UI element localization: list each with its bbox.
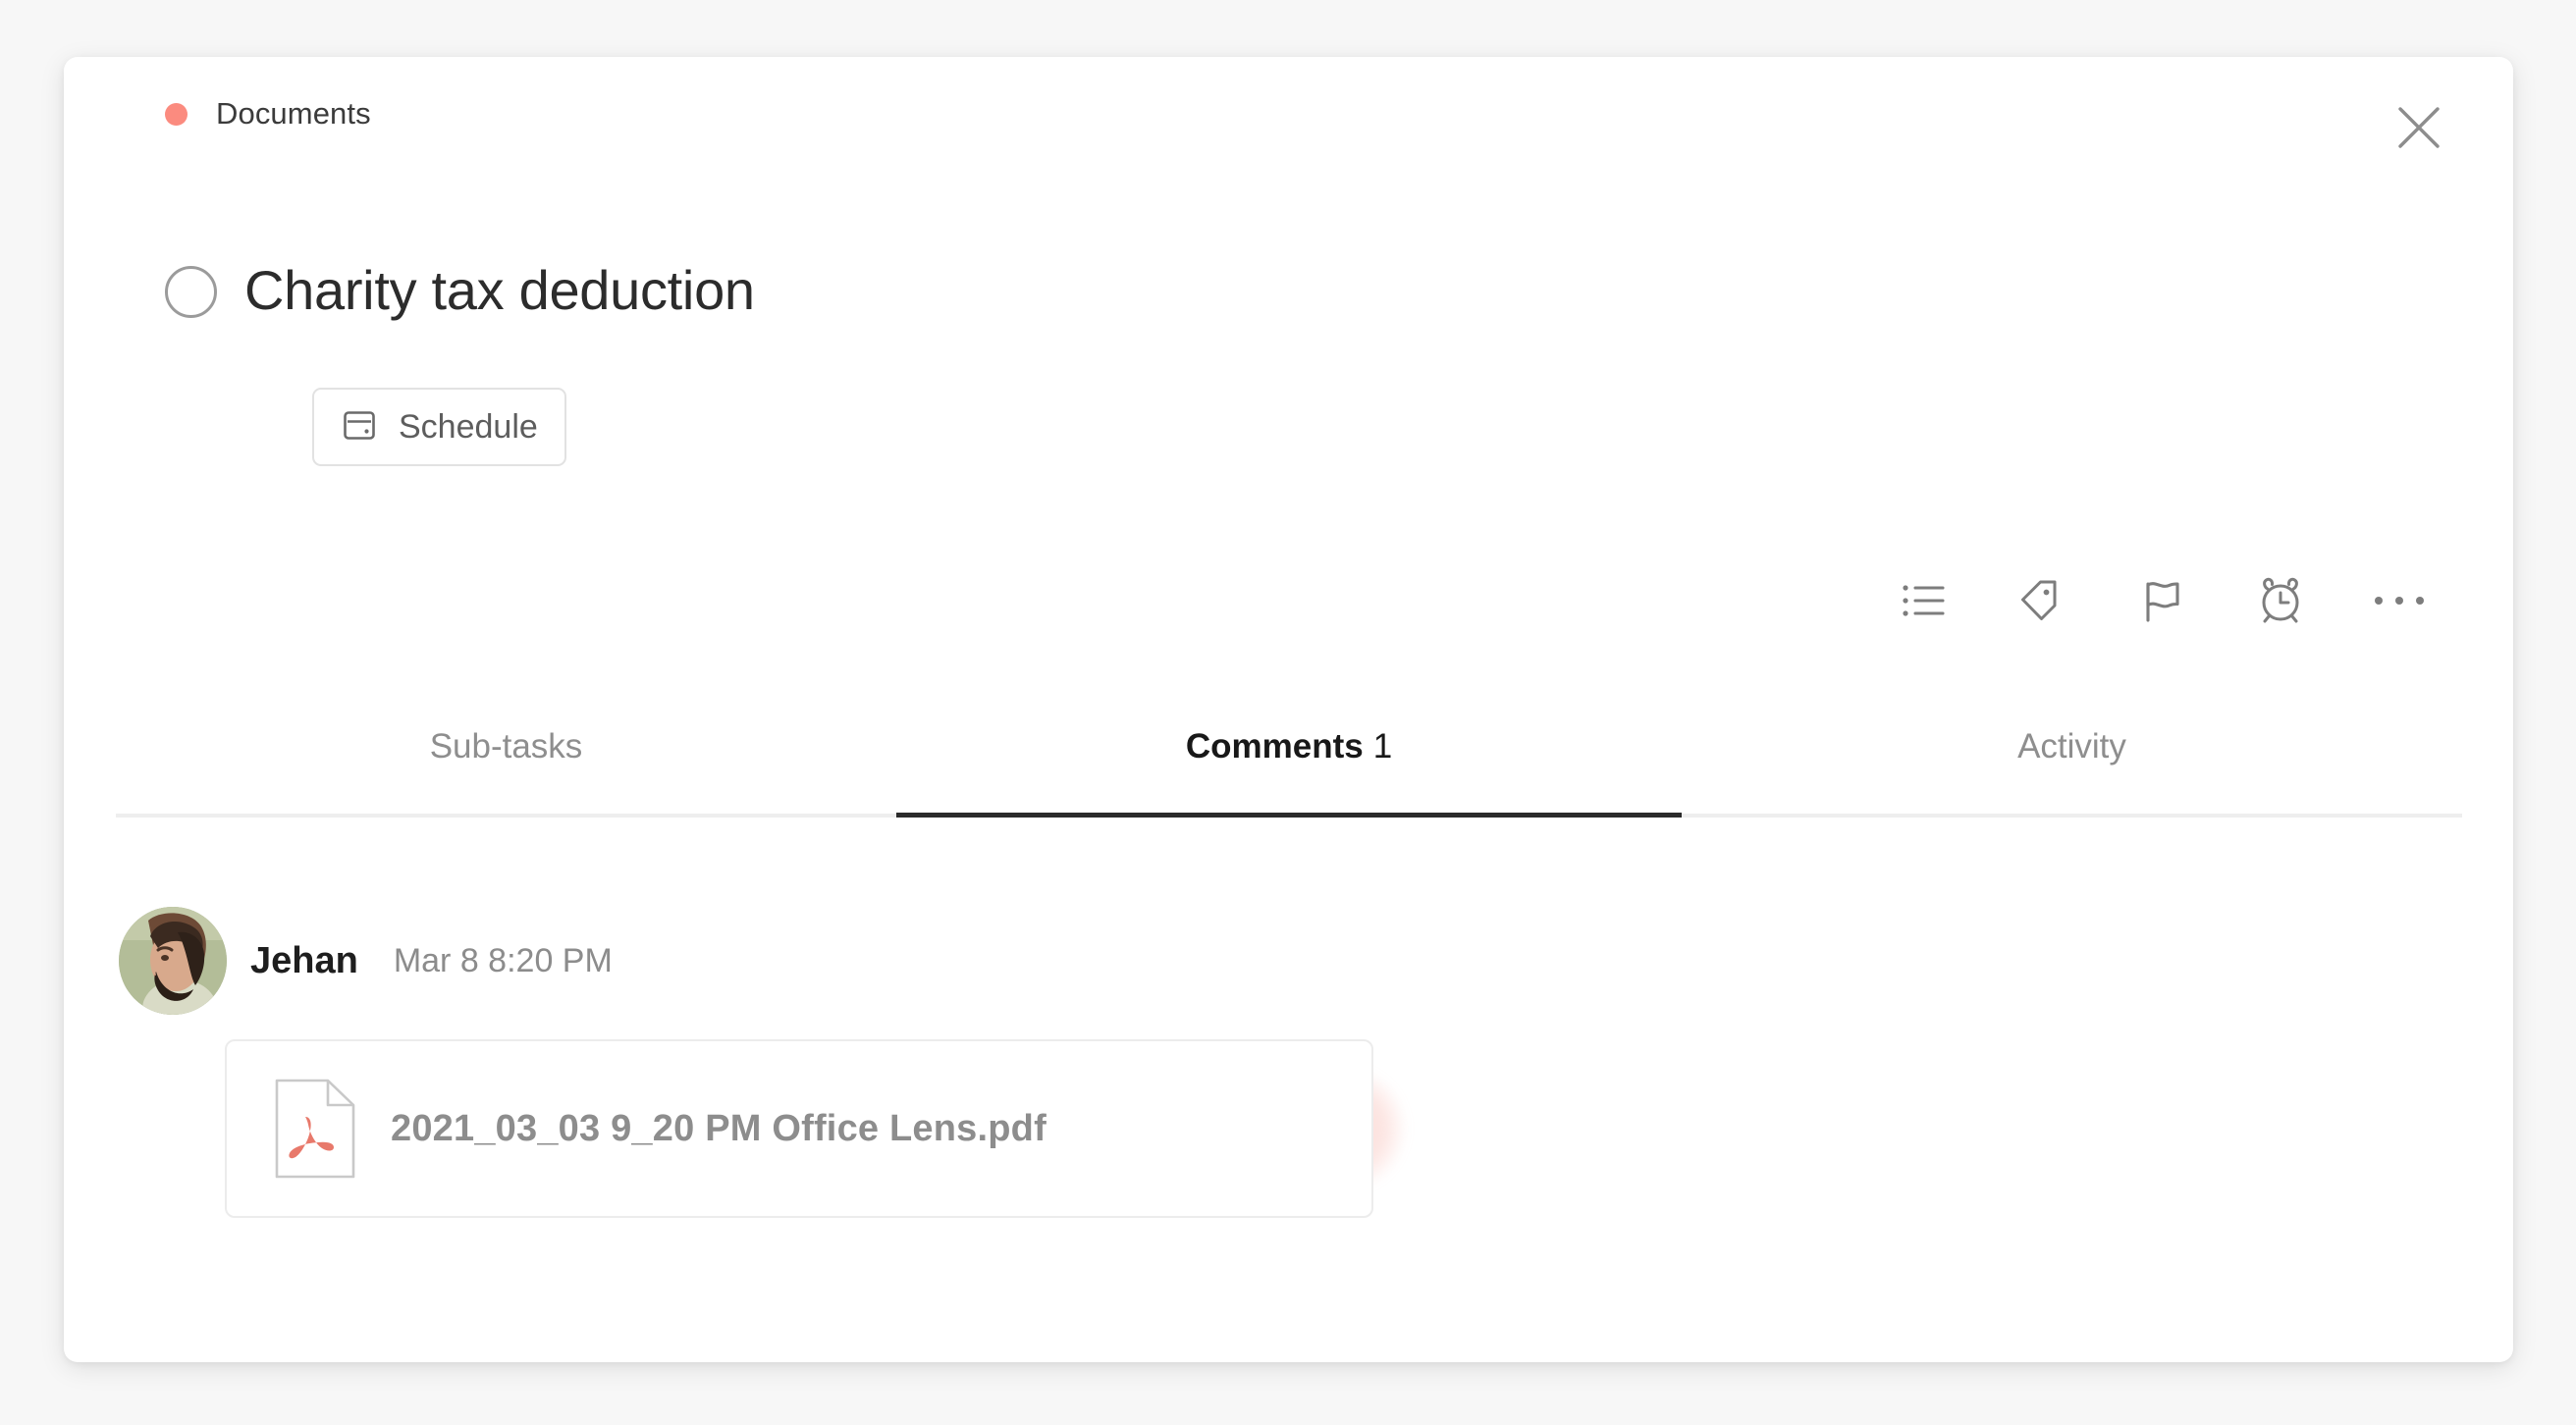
tab-activity[interactable]: Activity	[1682, 705, 2462, 818]
pdf-file-icon	[273, 1078, 357, 1180]
tab-sub-tasks[interactable]: Sub-tasks	[116, 705, 896, 818]
comment-item: Jehan Mar 8 8:20 PM 2021_03_03 9_20 PM O…	[116, 907, 2374, 1218]
tab-sub-tasks-label: Sub-tasks	[429, 726, 583, 765]
comment-timestamp: Mar 8 8:20 PM	[393, 941, 613, 979]
comment-author: Jehan	[250, 939, 358, 981]
priority-flag-button[interactable]	[2124, 563, 2199, 638]
comment-header: Jehan Mar 8 8:20 PM	[116, 907, 2374, 1015]
tab-comments-label: Comments 1	[1185, 726, 1393, 765]
reminder-button[interactable]	[2243, 563, 2318, 638]
app-root: Documents Charity tax deduction Schedule…	[0, 0, 2576, 1425]
tag-icon	[2014, 572, 2071, 629]
ellipsis-icon	[2372, 591, 2427, 610]
schedule-button[interactable]: Schedule	[312, 388, 566, 466]
tab-comments-count: 1	[1372, 726, 1393, 765]
bullet-list-icon	[1897, 573, 1952, 628]
card-header: Documents	[64, 57, 2513, 175]
subtasks-button[interactable]	[1887, 563, 1961, 638]
more-options-button[interactable]	[2362, 563, 2437, 638]
attachment-card[interactable]: 2021_03_03 9_20 PM Office Lens.pdf	[225, 1039, 1373, 1218]
attachment-wrapper: 2021_03_03 9_20 PM Office Lens.pdf	[225, 1039, 2374, 1218]
schedule-button-label: Schedule	[399, 407, 538, 446]
attachment-filename: 2021_03_03 9_20 PM Office Lens.pdf	[391, 1107, 1046, 1149]
task-complete-checkbox[interactable]	[165, 265, 217, 318]
task-detail-card: Documents Charity tax deduction Schedule…	[64, 57, 2513, 1362]
project-name-label: Documents	[216, 96, 371, 131]
close-icon	[2393, 102, 2444, 153]
task-title-row: Charity tax deduction	[165, 263, 755, 318]
flag-icon	[2134, 573, 2189, 628]
close-button[interactable]	[2386, 94, 2452, 161]
project-color-dot	[165, 102, 188, 126]
task-title[interactable]: Charity tax deduction	[244, 263, 755, 318]
alarm-clock-icon	[2252, 572, 2309, 629]
task-tabs: Sub-tasks Comments 1 Activity	[116, 705, 2462, 818]
tag-button[interactable]	[2006, 563, 2080, 638]
task-action-toolbar	[1887, 563, 2437, 638]
calendar-icon	[341, 406, 378, 449]
tab-activity-label: Activity	[2017, 726, 2126, 765]
project-breadcrumb[interactable]: Documents	[165, 96, 371, 132]
avatar[interactable]	[119, 907, 227, 1015]
tab-comments[interactable]: Comments 1	[896, 705, 1682, 818]
